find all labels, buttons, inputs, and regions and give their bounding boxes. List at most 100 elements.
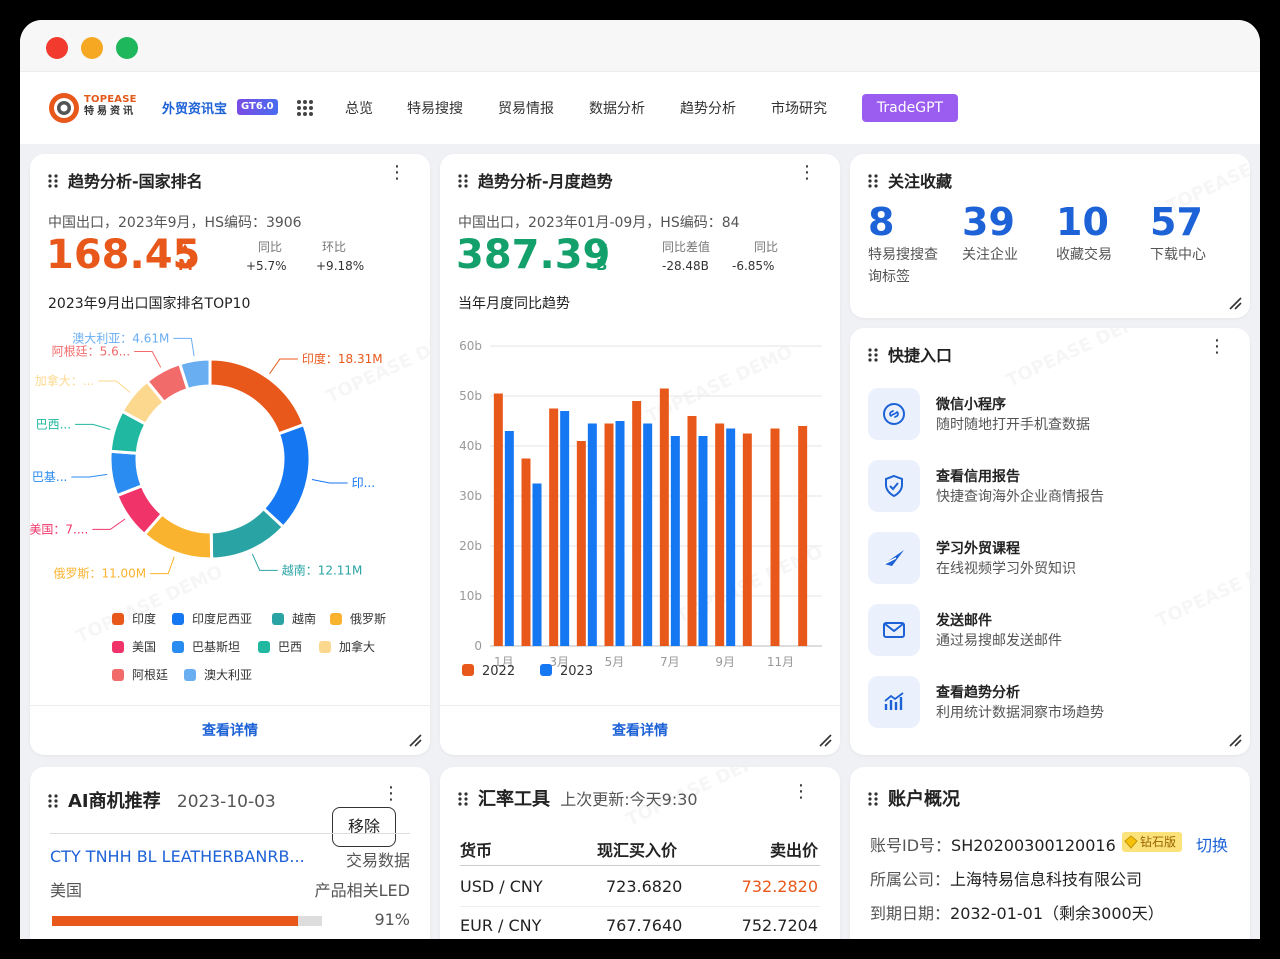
more-menu-icon[interactable]: ⋮ [382, 785, 400, 809]
drag-handle-icon[interactable] [868, 792, 878, 806]
y-tick-label: 0 [474, 639, 482, 653]
resize-handle-icon[interactable] [1228, 296, 1242, 310]
bar-2022[interactable] [659, 388, 669, 647]
nav-trade-intel[interactable]: 贸易情报 [498, 98, 554, 118]
bar-2022[interactable] [632, 401, 642, 646]
maximize-window-button[interactable] [116, 37, 138, 59]
country-rank-card: TOPEASE DEMO TOPEASE DEMO 趋势分析-国家排名 ⋮ 中国… [30, 154, 430, 755]
nav-data-analysis[interactable]: 数据分析 [589, 98, 645, 118]
legend-label[interactable]: 2022 [482, 664, 515, 679]
card-title[interactable]: 趋势分析-国家排名 [48, 168, 203, 192]
drag-handle-icon[interactable] [458, 792, 468, 806]
legend-label[interactable]: 2023 [560, 664, 593, 679]
bar-2022[interactable] [770, 428, 780, 647]
logo-en: TOPEASE [84, 94, 137, 105]
quick-item-wechat-mini[interactable]: 微信小程序 随时随地打开手机查数据 [868, 388, 1238, 444]
card-title[interactable]: 趋势分析-月度趋势 [458, 168, 613, 192]
apps-grid-icon[interactable] [296, 99, 314, 117]
bar-2023[interactable] [615, 421, 625, 646]
favorites-title: 关注收藏 [888, 172, 953, 191]
nav-trend-analysis[interactable]: 趋势分析 [680, 98, 736, 118]
card-title[interactable]: AI商机推荐 2023-10-03 [48, 787, 276, 813]
bar-2023[interactable] [532, 483, 542, 647]
bar-2022[interactable] [521, 458, 531, 647]
more-menu-icon[interactable]: ⋮ [1208, 338, 1226, 362]
tradegpt-button[interactable]: TradeGPT [862, 94, 958, 122]
nav-overview[interactable]: 总览 [345, 98, 373, 118]
fav-companies-label[interactable]: 关注企业 [962, 244, 1018, 266]
more-menu-icon[interactable]: ⋮ [798, 164, 816, 188]
resize-handle-icon[interactable] [408, 733, 422, 747]
bar-2023[interactable] [670, 436, 680, 646]
bar-2023[interactable] [643, 423, 653, 647]
product-name[interactable]: 外贸资讯宝 [162, 98, 227, 117]
bar-2022[interactable] [687, 416, 697, 646]
nav-tesousou[interactable]: 特易搜搜 [407, 98, 463, 118]
fav-search-tags-label[interactable]: 特易搜搜查询标签 [868, 244, 950, 288]
donut-slice[interactable] [209, 506, 286, 561]
bar-2023[interactable] [726, 428, 736, 647]
monthly-trend-detail-link[interactable]: 查看详情 [440, 705, 840, 755]
quick-item-credit-report[interactable]: 查看信用报告 快捷查询海外企业商情报告 [868, 460, 1238, 516]
divider [50, 833, 410, 834]
card-title[interactable]: 快捷入口 [868, 342, 952, 366]
more-menu-icon[interactable]: ⋮ [792, 783, 810, 807]
bar-2022[interactable] [742, 433, 752, 647]
country-rank-detail-link[interactable]: 查看详情 [30, 705, 430, 755]
close-window-button[interactable] [46, 37, 68, 59]
drag-handle-icon[interactable] [868, 348, 878, 362]
legend-item[interactable]: 印度 [112, 610, 156, 627]
nav-market-research[interactable]: 市场研究 [771, 98, 827, 118]
drag-handle-icon[interactable] [868, 174, 878, 188]
bar-2022[interactable] [715, 423, 725, 647]
card-title[interactable]: 关注收藏 [868, 168, 952, 192]
ai-country: 美国 [50, 881, 83, 900]
resize-handle-icon[interactable] [1228, 733, 1242, 747]
legend-item[interactable]: 美国 [112, 638, 156, 655]
legend-item[interactable]: 越南 [272, 610, 316, 627]
more-menu-icon[interactable]: ⋮ [388, 164, 406, 188]
legend-item[interactable]: 巴西 [258, 638, 302, 655]
legend-item[interactable]: 巴基斯坦 [172, 638, 240, 655]
fav-downloads-label[interactable]: 下载中心 [1150, 244, 1206, 266]
donut-slice[interactable] [208, 357, 306, 436]
legend-item[interactable]: 加拿大 [319, 638, 375, 655]
remove-button[interactable]: 移除 [332, 807, 396, 847]
bar-2023[interactable] [504, 431, 514, 646]
drag-handle-icon[interactable] [48, 794, 58, 808]
donut-slice[interactable] [108, 449, 145, 498]
bar-2022[interactable] [549, 408, 559, 647]
legend-item[interactable]: 阿根廷 [112, 666, 168, 683]
legend-item[interactable]: 俄罗斯 [330, 610, 386, 627]
fx-updated: 上次更新:今天9:30 [560, 790, 698, 809]
bar-2023[interactable] [698, 436, 708, 646]
bar-2023[interactable] [560, 411, 570, 646]
quick-item-trend-analysis[interactable]: 查看趋势分析 利用统计数据洞察市场趋势 [868, 676, 1238, 732]
bar-2022[interactable] [604, 423, 614, 647]
bar-2022[interactable] [493, 393, 503, 647]
legend-swatch [112, 641, 124, 653]
card-title[interactable]: 账户概况 [868, 785, 960, 811]
switch-account-link[interactable]: 切换 [1196, 832, 1228, 856]
drag-handle-icon[interactable] [48, 174, 58, 188]
bar-2023[interactable] [587, 423, 597, 647]
legend-item[interactable]: 印度尼西亚 [172, 610, 252, 627]
drag-handle-icon[interactable] [458, 174, 468, 188]
legend-item[interactable]: 澳大利亚 [184, 666, 252, 683]
card-title[interactable]: 汇率工具 上次更新:今天9:30 [458, 785, 698, 811]
quick-item-courses[interactable]: 学习外贸课程 在线视频学习外贸知识 [868, 532, 1238, 588]
topease-logo-icon[interactable] [48, 92, 80, 124]
bar-2022[interactable] [576, 441, 586, 646]
fav-trades-label[interactable]: 收藏交易 [1056, 244, 1112, 266]
quick-item-title: 发送邮件 [936, 613, 992, 629]
ai-company-link[interactable]: CTY TNHH BL LEATHERBANRB... [50, 847, 305, 866]
bar-2022[interactable] [798, 426, 808, 646]
fav-companies-count[interactable]: 39 [962, 200, 1015, 244]
quick-item-send-mail[interactable]: 发送邮件 通过易搜邮发送邮件 [868, 604, 1238, 660]
fav-downloads-count[interactable]: 57 [1150, 200, 1203, 244]
fav-search-tags-count[interactable]: 8 [868, 200, 894, 244]
minimize-window-button[interactable] [81, 37, 103, 59]
fav-trades-count[interactable]: 10 [1056, 200, 1109, 244]
donut-slice[interactable] [261, 422, 312, 530]
resize-handle-icon[interactable] [818, 733, 832, 747]
